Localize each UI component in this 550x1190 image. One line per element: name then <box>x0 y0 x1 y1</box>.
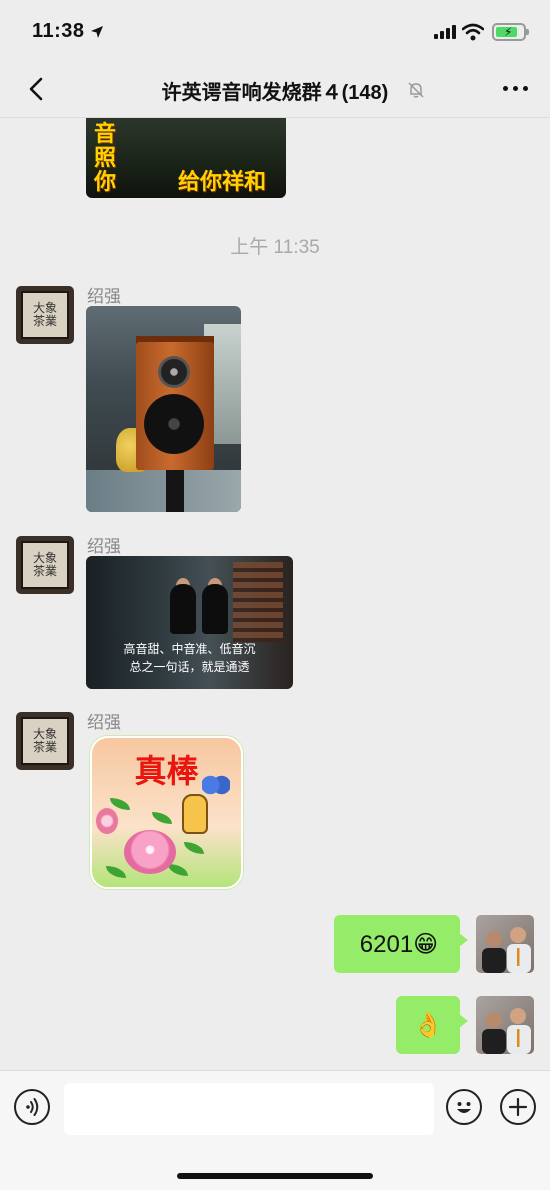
rose-icon <box>124 830 176 874</box>
message-input-bar <box>0 1070 550 1190</box>
image-message-speaker[interactable] <box>86 306 241 512</box>
self-avatar[interactable] <box>476 996 534 1054</box>
video-subtitle: 总之一句话，就是通透 <box>129 660 250 674</box>
chat-title: 许英谔音响发烧群４(148) <box>161 82 389 104</box>
image-text: 给你祥和 <box>178 169 267 195</box>
avatar-calligraphy: 大象 茶業 <box>21 717 69 765</box>
avatar-calligraphy: 大象 茶業 <box>21 291 69 339</box>
video-subtitle: 高音甜、中音准、低音沉 <box>123 642 256 656</box>
voice-input-button[interactable] <box>14 1089 50 1125</box>
time-separator: 上午 11:35 <box>230 237 320 258</box>
image-text: 你 <box>94 169 117 195</box>
sticker-message[interactable]: 真棒 <box>90 736 243 889</box>
chat-message-list[interactable]: 音 照 你 给你祥和 上午 11:35 大象 茶業 绍强 大象 茶業 绍强 高音… <box>0 118 550 1070</box>
plus-icon <box>508 1097 528 1117</box>
sender-avatar[interactable]: 大象 茶業 <box>16 712 74 770</box>
image-message-video-still[interactable]: 高音甜、中音准、低音沉 总之一句话，就是通透 <box>86 556 293 689</box>
chat-header: 许英谔音响发烧群４(148) <box>0 64 550 118</box>
message-text-input[interactable] <box>64 1083 434 1135</box>
avatar-calligraphy: 大象 茶業 <box>21 541 69 589</box>
status-time: 11:38 <box>32 20 85 42</box>
outgoing-text-message[interactable]: 6201😁 <box>334 915 468 973</box>
message-emoji: 👌 <box>413 1011 443 1039</box>
two-people-photo-icon <box>482 927 531 973</box>
cellular-signal-icon <box>434 25 456 39</box>
home-indicator <box>177 1173 373 1179</box>
self-avatar[interactable] <box>476 915 534 973</box>
sender-name: 绍强 <box>87 287 121 306</box>
sender-name: 绍强 <box>87 537 121 556</box>
voice-icon <box>26 1098 39 1116</box>
more-options-button[interactable] <box>503 86 528 91</box>
butterfly-icon <box>202 774 230 796</box>
emoji-button[interactable] <box>446 1089 482 1125</box>
two-people-photo-icon <box>482 1008 531 1054</box>
wifi-icon <box>462 23 484 41</box>
sender-avatar[interactable]: 大象 茶業 <box>16 286 74 344</box>
location-arrow-icon <box>91 26 103 38</box>
mute-bell-icon <box>408 82 424 98</box>
sender-avatar[interactable]: 大象 茶業 <box>16 536 74 594</box>
sender-name: 绍强 <box>87 713 121 732</box>
smiley-icon <box>457 1102 471 1113</box>
thumbs-up-icon <box>182 794 208 834</box>
status-bar: 11:38 ⚡ <box>0 0 550 64</box>
outgoing-emoji-message[interactable]: 👌 <box>396 996 468 1054</box>
image-message[interactable]: 音 照 你 给你祥和 <box>86 118 286 198</box>
message-text: 6201😁 <box>359 930 439 958</box>
charging-bolt-icon: ⚡ <box>504 25 513 39</box>
battery-icon: ⚡ <box>492 23 529 41</box>
more-actions-button[interactable] <box>500 1089 536 1125</box>
